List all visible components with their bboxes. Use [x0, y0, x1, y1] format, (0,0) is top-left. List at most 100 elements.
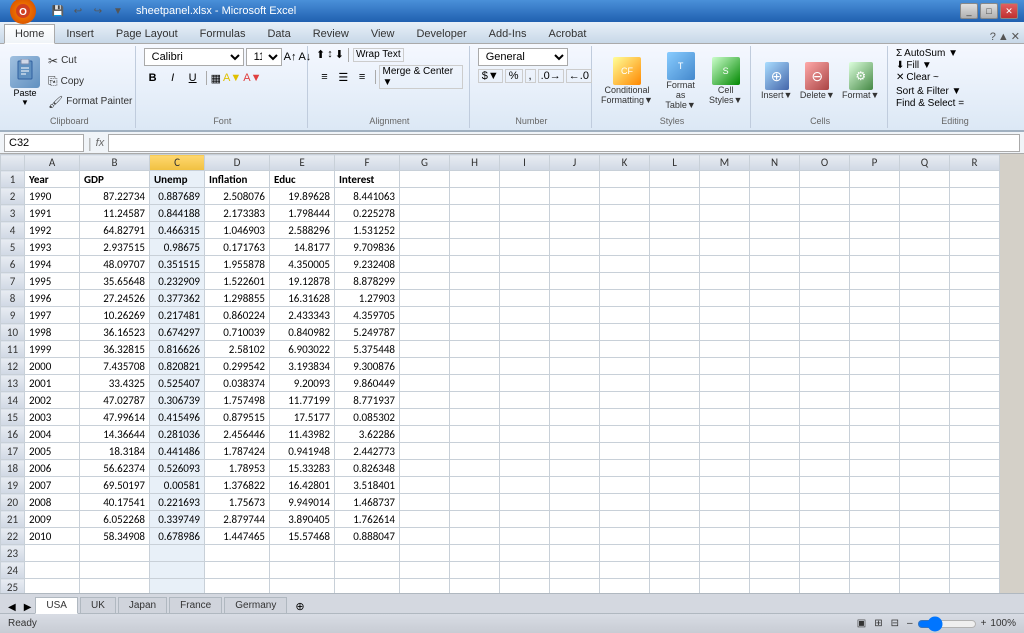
cell-F7[interactable]: 8.878299 — [335, 273, 400, 290]
cell-F14[interactable]: 8.771937 — [335, 392, 400, 409]
cell-C22[interactable]: 0.678986 — [150, 528, 205, 545]
cell-R17[interactable] — [950, 443, 1000, 460]
cell-N16[interactable] — [750, 426, 800, 443]
cell-Q17[interactable] — [900, 443, 950, 460]
tab-data[interactable]: Data — [256, 24, 301, 43]
cell-I13[interactable] — [500, 375, 550, 392]
col-header-N[interactable]: N — [750, 155, 800, 171]
cell-H14[interactable] — [450, 392, 500, 409]
increase-font-icon[interactable]: A↑ — [284, 51, 297, 63]
row-header-17[interactable]: 17 — [1, 443, 25, 460]
decrease-decimal-icon[interactable]: .0→ — [538, 69, 564, 83]
cell-J20[interactable] — [550, 494, 600, 511]
cell-O12[interactable] — [800, 358, 850, 375]
cell-E15[interactable]: 17.5177 — [270, 409, 335, 426]
cell-C11[interactable]: 0.816626 — [150, 341, 205, 358]
cell-N2[interactable] — [750, 188, 800, 205]
cell-K15[interactable] — [600, 409, 650, 426]
cell-D15[interactable]: 0.879515 — [205, 409, 270, 426]
col-header-R[interactable]: R — [950, 155, 1000, 171]
cell-J6[interactable] — [550, 256, 600, 273]
col-header-Q[interactable]: Q — [900, 155, 950, 171]
cell-J19[interactable] — [550, 477, 600, 494]
cell-F11[interactable]: 5.375448 — [335, 341, 400, 358]
cell-N1[interactable] — [750, 171, 800, 188]
row-header-18[interactable]: 18 — [1, 460, 25, 477]
cell-M9[interactable] — [700, 307, 750, 324]
cell-A5[interactable]: 1993 — [25, 239, 80, 256]
cell-R23[interactable] — [950, 545, 1000, 562]
cell-R2[interactable] — [950, 188, 1000, 205]
align-middle-icon[interactable]: ↕ — [327, 48, 333, 62]
cell-R7[interactable] — [950, 273, 1000, 290]
cell-F9[interactable]: 4.359705 — [335, 307, 400, 324]
cell-H2[interactable] — [450, 188, 500, 205]
cell-J14[interactable] — [550, 392, 600, 409]
cell-D5[interactable]: 0.171763 — [205, 239, 270, 256]
row-header-15[interactable]: 15 — [1, 409, 25, 426]
cell-H23[interactable] — [450, 545, 500, 562]
cell-B9[interactable]: 10.26269 — [80, 307, 150, 324]
cell-L7[interactable] — [650, 273, 700, 290]
cell-Q13[interactable] — [900, 375, 950, 392]
cell-O2[interactable] — [800, 188, 850, 205]
cell-G11[interactable] — [400, 341, 450, 358]
cell-J10[interactable] — [550, 324, 600, 341]
cell-K5[interactable] — [600, 239, 650, 256]
cell-B13[interactable]: 33.4325 — [80, 375, 150, 392]
row-header-24[interactable]: 24 — [1, 562, 25, 579]
cell-G7[interactable] — [400, 273, 450, 290]
cell-B23[interactable] — [80, 545, 150, 562]
sheet-tab-Germany[interactable]: Germany — [224, 597, 287, 613]
cell-Q18[interactable] — [900, 460, 950, 477]
cell-P18[interactable] — [850, 460, 900, 477]
cell-G13[interactable] — [400, 375, 450, 392]
cell-L3[interactable] — [650, 205, 700, 222]
align-top-icon[interactable]: ⬆ — [316, 48, 325, 62]
cell-D13[interactable]: 0.038374 — [205, 375, 270, 392]
cell-B17[interactable]: 18.3184 — [80, 443, 150, 460]
cell-E21[interactable]: 3.890405 — [270, 511, 335, 528]
cell-H18[interactable] — [450, 460, 500, 477]
row-header-21[interactable]: 21 — [1, 511, 25, 528]
cell-styles-button[interactable]: S CellStyles▼ — [707, 54, 744, 108]
col-header-F[interactable]: F — [335, 155, 400, 171]
row-header-6[interactable]: 6 — [1, 256, 25, 273]
cell-I21[interactable] — [500, 511, 550, 528]
ribbon-close-icon[interactable]: ✕ — [1011, 30, 1020, 43]
cell-D19[interactable]: 1.376822 — [205, 477, 270, 494]
cell-E5[interactable]: 14.8177 — [270, 239, 335, 256]
cell-D10[interactable]: 0.710039 — [205, 324, 270, 341]
cell-Q15[interactable] — [900, 409, 950, 426]
cell-Q8[interactable] — [900, 290, 950, 307]
cell-L4[interactable] — [650, 222, 700, 239]
cell-D3[interactable]: 2.173383 — [205, 205, 270, 222]
cell-N6[interactable] — [750, 256, 800, 273]
cell-I19[interactable] — [500, 477, 550, 494]
cell-C25[interactable] — [150, 579, 205, 594]
cell-C3[interactable]: 0.844188 — [150, 205, 205, 222]
cell-M6[interactable] — [700, 256, 750, 273]
fill-button[interactable]: ⬇ Fill ▼ — [896, 60, 932, 71]
redo-icon[interactable]: ↪ — [90, 3, 106, 19]
cell-N7[interactable] — [750, 273, 800, 290]
cell-A25[interactable] — [25, 579, 80, 594]
cell-O21[interactable] — [800, 511, 850, 528]
cell-O11[interactable] — [800, 341, 850, 358]
cell-E17[interactable]: 0.941948 — [270, 443, 335, 460]
cell-J13[interactable] — [550, 375, 600, 392]
cell-E14[interactable]: 11.77199 — [270, 392, 335, 409]
cell-Q14[interactable] — [900, 392, 950, 409]
cell-R25[interactable] — [950, 579, 1000, 594]
cell-H15[interactable] — [450, 409, 500, 426]
cell-D6[interactable]: 1.955878 — [205, 256, 270, 273]
cell-A7[interactable]: 1995 — [25, 273, 80, 290]
cell-C21[interactable]: 0.339749 — [150, 511, 205, 528]
cell-N14[interactable] — [750, 392, 800, 409]
cell-L2[interactable] — [650, 188, 700, 205]
cell-N24[interactable] — [750, 562, 800, 579]
col-header-B[interactable]: B — [80, 155, 150, 171]
cell-B12[interactable]: 7.435708 — [80, 358, 150, 375]
cell-I2[interactable] — [500, 188, 550, 205]
cell-E19[interactable]: 16.42801 — [270, 477, 335, 494]
